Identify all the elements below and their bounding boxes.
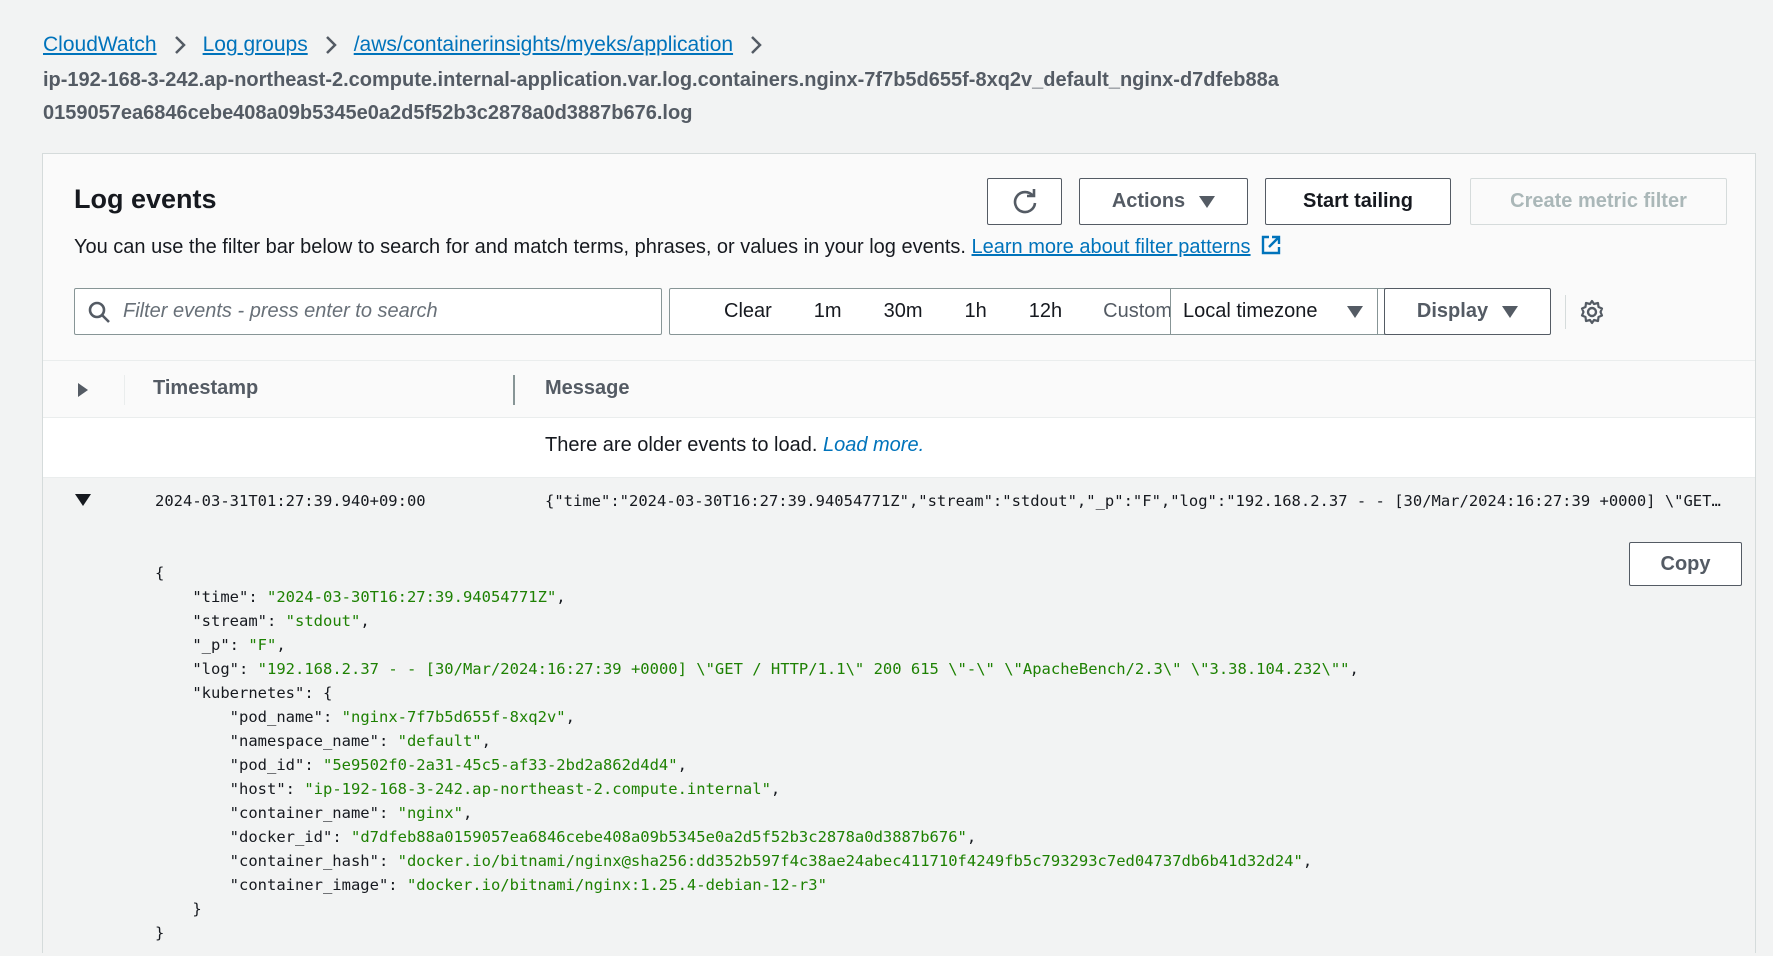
column-resizer[interactable] xyxy=(513,375,515,405)
json-pod-id: "5e9502f0-2a31-45c5-af33-2bd2a862d4d4" xyxy=(322,756,678,774)
chevron-right-icon xyxy=(318,34,344,56)
actions-label: Actions xyxy=(1111,190,1186,212)
json-stream: "stdout" xyxy=(285,612,361,630)
refresh-button[interactable] xyxy=(987,178,1062,225)
load-more-link[interactable]: Load more. xyxy=(823,434,924,456)
expand-all-icon[interactable] xyxy=(78,383,88,397)
breadcrumb-current-log-stream: ip-192-168-3-242.ap-northeast-2.compute.… xyxy=(43,69,1279,124)
json-p: "F" xyxy=(248,636,277,654)
description-text: You can use the filter bar below to sear… xyxy=(74,236,966,258)
chevron-right-icon xyxy=(167,34,193,56)
panel-description: You can use the filter bar below to sear… xyxy=(74,232,1282,262)
breadcrumb: CloudWatch Log groups /aws/containerinsi… xyxy=(43,30,779,60)
copy-button[interactable]: Copy xyxy=(1629,542,1742,586)
display-label: Display xyxy=(1416,300,1489,322)
older-events-notice: There are older events to load. Load mor… xyxy=(545,434,924,457)
column-header-timestamp[interactable]: Timestamp xyxy=(153,377,258,400)
refresh-icon xyxy=(1013,188,1036,213)
chevron-right-icon xyxy=(743,34,769,56)
panel-title: Log events xyxy=(74,184,217,214)
external-link-icon[interactable] xyxy=(1260,234,1282,256)
json-pod-name: "nginx-7f7b5d655f-8xq2v" xyxy=(341,708,566,726)
display-button[interactable]: Display xyxy=(1384,288,1551,335)
json-namespace-name: "default" xyxy=(397,732,482,750)
search-icon xyxy=(88,301,110,323)
filter-events-search[interactable] xyxy=(74,288,662,335)
column-header-message[interactable]: Message xyxy=(545,377,630,400)
event-timestamp: 2024-03-31T01:27:39.940+09:00 xyxy=(155,492,426,510)
custom-label: Custom xyxy=(1103,300,1173,322)
breadcrumb-log-group[interactable]: /aws/containerinsights/myeks/application xyxy=(354,30,733,60)
event-message: {"time":"2024-03-30T16:27:39.94054771Z",… xyxy=(545,492,1725,510)
learn-more-link[interactable]: Learn more about filter patterns xyxy=(972,236,1251,258)
actions-button[interactable]: Actions xyxy=(1079,178,1248,225)
column-divider xyxy=(124,375,125,405)
json-docker-id: "d7dfeb88a0159057ea6846cebe408a09b5345e0… xyxy=(350,828,967,846)
table-row[interactable]: 2024-03-31T01:27:39.940+09:00 {"time":"2… xyxy=(43,478,1755,526)
event-detail: Copy { "time": "2024-03-30T16:27:39.9405… xyxy=(43,526,1755,956)
json-container-hash: "docker.io/bitnami/nginx@sha256:dd352b59… xyxy=(397,852,1303,870)
range-1h-button[interactable]: 1h xyxy=(944,300,1008,323)
json-time: "2024-03-30T16:27:39.94054771Z" xyxy=(267,588,557,606)
clear-range-button[interactable]: Clear xyxy=(670,300,793,323)
panel-header: Log events Actions Start tailing Create … xyxy=(43,154,1755,360)
create-metric-filter-button[interactable]: Create metric filter xyxy=(1470,178,1727,225)
older-events-text: There are older events to load. xyxy=(545,434,818,456)
table-header: Timestamp Message xyxy=(43,360,1755,418)
caret-down-icon xyxy=(1502,305,1519,318)
start-tailing-button[interactable]: Start tailing xyxy=(1265,178,1451,225)
breadcrumb-log-groups[interactable]: Log groups xyxy=(203,30,308,60)
range-30m-button[interactable]: 30m xyxy=(863,300,944,323)
log-events-panel: Log events Actions Start tailing Create … xyxy=(42,153,1756,956)
gear-icon[interactable] xyxy=(1579,299,1605,325)
breadcrumb-cloudwatch[interactable]: CloudWatch xyxy=(43,30,157,60)
timezone-select[interactable]: Local timezone xyxy=(1170,288,1378,335)
json-container-image: "docker.io/bitnami/nginx:1.25.4-debian-1… xyxy=(406,876,827,894)
json-log: "192.168.2.37 - - [30/Mar/2024:16:27:39 … xyxy=(257,660,1350,678)
load-more-row: There are older events to load. Load mor… xyxy=(43,418,1755,478)
search-input[interactable] xyxy=(121,299,641,324)
divider xyxy=(1565,295,1566,329)
timezone-label: Local timezone xyxy=(1183,300,1318,322)
event-json: { "time": "2024-03-30T16:27:39.94054771Z… xyxy=(155,564,1359,942)
collapse-row-icon[interactable] xyxy=(75,494,91,506)
json-host: "ip-192-168-3-242.ap-northeast-2.compute… xyxy=(304,780,771,798)
caret-down-icon xyxy=(1347,306,1363,318)
range-12h-button[interactable]: 12h xyxy=(1008,300,1083,323)
range-1m-button[interactable]: 1m xyxy=(793,300,863,323)
json-container-name: "nginx" xyxy=(397,804,463,822)
caret-down-icon xyxy=(1199,195,1216,208)
